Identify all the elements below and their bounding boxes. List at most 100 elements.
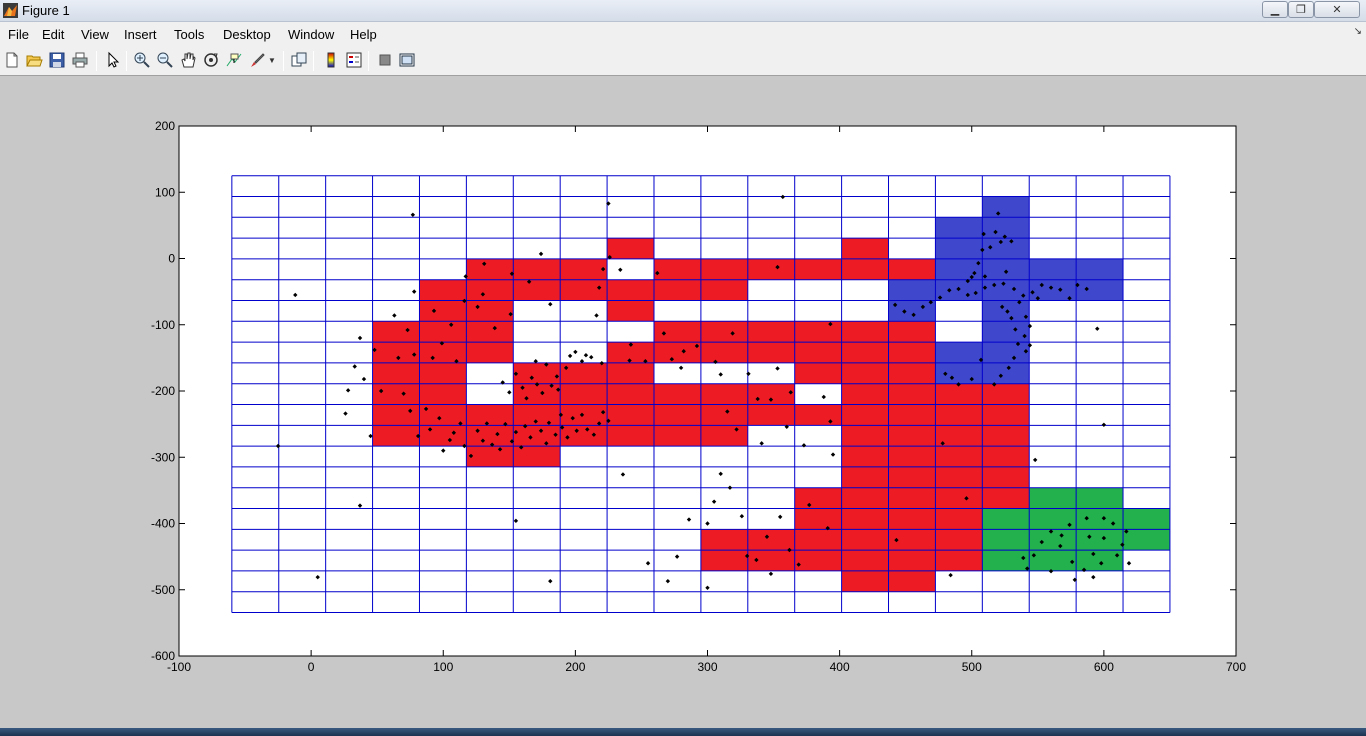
red-cluster-cell (466, 404, 514, 426)
red-cluster-cell (888, 487, 936, 509)
red-cluster-cell (653, 258, 701, 280)
red-cluster-cell (372, 425, 420, 447)
x-tick-label: 0 (308, 660, 315, 674)
red-cluster-cell (888, 570, 936, 592)
green-cluster-cell (1123, 529, 1170, 551)
blue-cluster-cell (935, 362, 983, 384)
red-cluster-cell (841, 570, 889, 592)
blue-cluster-cell (1076, 258, 1124, 280)
blue-cluster-cell (982, 279, 1030, 301)
red-cluster-cell (747, 404, 795, 426)
y-tick-label: -100 (151, 318, 175, 332)
red-cluster-cell (935, 383, 983, 405)
red-cluster-cell (935, 550, 983, 571)
red-cluster-cell (747, 529, 795, 551)
green-cluster-cell (1123, 508, 1170, 530)
red-cluster-cell (513, 258, 561, 280)
y-tick-label: 0 (168, 252, 175, 266)
red-cluster-cell (747, 321, 795, 343)
red-cluster-cell (372, 362, 420, 384)
blue-cluster-cell (935, 342, 983, 363)
red-cluster-cell (794, 404, 842, 426)
red-cluster-cell (700, 279, 748, 301)
green-cluster-cell (982, 550, 1030, 571)
red-cluster-cell (982, 446, 1030, 467)
red-cluster-cell (419, 383, 467, 405)
x-tick-label: 500 (962, 660, 982, 674)
green-cluster-cell (982, 529, 1030, 551)
red-cluster-cell (841, 258, 889, 280)
red-cluster-cell (700, 529, 748, 551)
red-cluster-cell (841, 404, 889, 426)
red-cluster-cell (513, 383, 561, 405)
red-cluster-cell (841, 321, 889, 343)
red-cluster-cell (888, 425, 936, 447)
y-tick-label: 100 (155, 185, 175, 199)
red-cluster-cell (653, 425, 701, 447)
red-cluster-cell (794, 258, 842, 280)
blue-cluster-cell (982, 196, 1030, 218)
red-cluster-cell (607, 279, 654, 301)
y-tick-label: -300 (151, 450, 175, 464)
y-tick-label: -400 (151, 517, 175, 531)
red-cluster-cell (888, 550, 936, 571)
red-cluster-cell (607, 362, 654, 384)
red-cluster-cell (466, 300, 514, 322)
red-cluster-cell (607, 238, 654, 259)
red-cluster-cell (794, 321, 842, 343)
red-cluster-cell (935, 487, 983, 509)
red-cluster-cell (794, 487, 842, 509)
red-cluster-cell (372, 383, 420, 405)
red-cluster-cell (700, 321, 748, 343)
y-tick-label: -500 (151, 583, 175, 597)
red-cluster-cell (841, 342, 889, 363)
red-cluster-cell (700, 342, 748, 363)
red-cluster-cell (466, 321, 514, 343)
red-cluster-cell (841, 362, 889, 384)
red-cluster-cell (466, 425, 514, 447)
x-tick-label: 200 (565, 660, 585, 674)
red-cluster-cell (841, 529, 889, 551)
blue-cluster-cell (982, 300, 1030, 322)
red-cluster-cell (700, 258, 748, 280)
red-cluster-cell (841, 446, 889, 467)
red-cluster-cell (841, 550, 889, 571)
blue-cluster-cell (1076, 279, 1124, 301)
red-cluster-cell (982, 487, 1030, 509)
red-cluster-cell (982, 383, 1030, 405)
red-cluster-cell (841, 238, 889, 259)
os-taskbar (0, 728, 1366, 736)
y-tick-label: -200 (151, 384, 175, 398)
red-cluster-cell (700, 425, 748, 447)
plot-canvas: -100 0 100 200 300 400 500 600 7002001000-100-20… (151, 119, 1246, 674)
red-cluster-cell (841, 508, 889, 530)
red-cluster-cell (466, 446, 514, 467)
red-cluster-cell (888, 383, 936, 405)
red-cluster-cell (982, 466, 1030, 488)
red-cluster-cell (888, 321, 936, 343)
x-tick-label: 600 (1094, 660, 1114, 674)
red-cluster-cell (935, 508, 983, 530)
red-cluster-cell (982, 425, 1030, 447)
grid-lines (231, 175, 1171, 614)
red-cluster-cell (841, 466, 889, 488)
red-cluster-cell (513, 425, 561, 447)
red-cluster-cell (935, 529, 983, 551)
red-cluster-cell (794, 508, 842, 530)
red-cluster-cell (653, 342, 701, 363)
x-tick-label: 700 (1226, 660, 1246, 674)
red-cluster-cell (419, 362, 467, 384)
red-cluster-cell (419, 279, 467, 301)
red-cluster-cell (888, 258, 936, 280)
red-cluster-cell (372, 404, 420, 426)
red-cluster-cell (419, 300, 467, 322)
red-cluster-cell (794, 362, 842, 384)
red-cluster-cell (841, 487, 889, 509)
blue-cluster-cell (982, 321, 1030, 343)
red-cluster-cell (419, 321, 467, 343)
red-cluster-cell (794, 342, 842, 363)
green-cluster-cell (1029, 487, 1077, 509)
blue-cluster-cell (982, 342, 1030, 363)
red-cluster-cell (372, 321, 420, 343)
red-cluster-cell (935, 404, 983, 426)
